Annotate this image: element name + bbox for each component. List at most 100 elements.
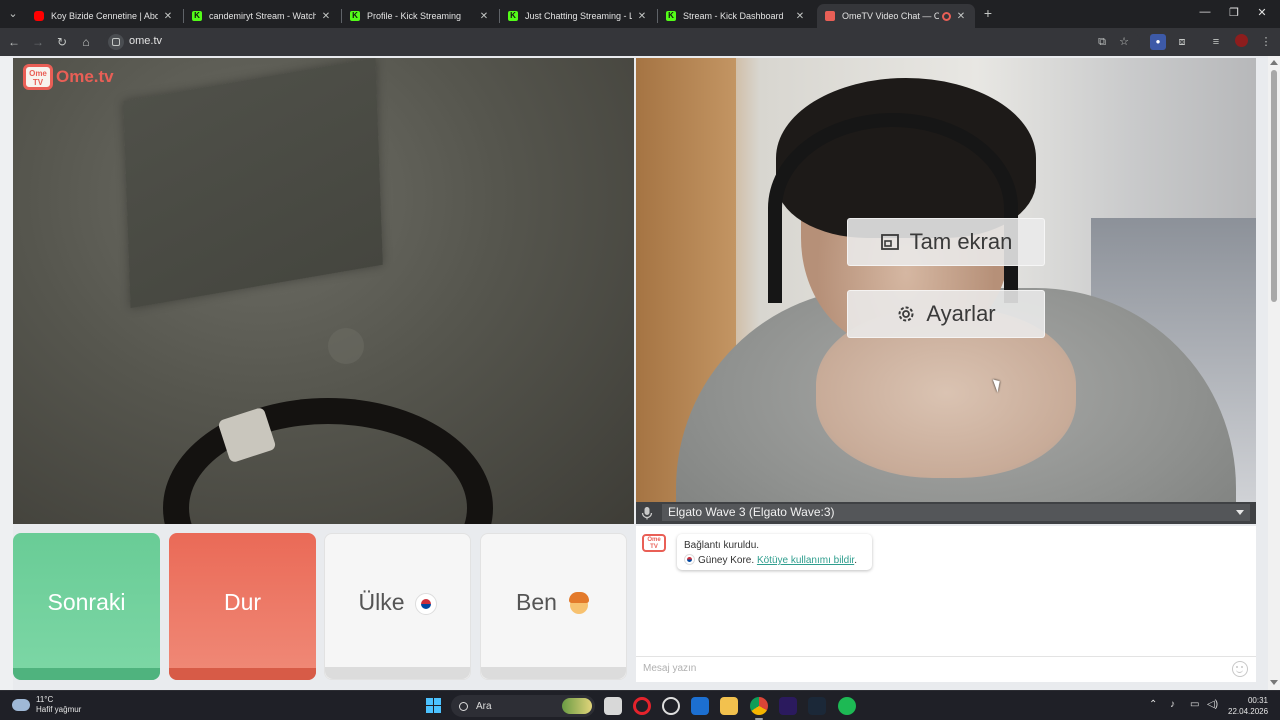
tab-strip: ⌄ Koy Bizide Cennetine | Abdurra ✕ K can… [0, 0, 1280, 28]
tab-search-button[interactable]: ⌄ [4, 5, 22, 23]
youtube-icon [34, 11, 44, 21]
system-message: Bağlantı kuruldu. Güney Kore. Kötüye kul… [677, 534, 872, 570]
tab-title: Profile - Kick Streaming [367, 11, 462, 21]
home-icon[interactable]: ⌂ [78, 34, 94, 50]
kick-icon: K [508, 11, 518, 21]
address-bar[interactable]: ome.tv [104, 31, 1140, 53]
new-tab-button[interactable]: + [981, 6, 995, 20]
settings-button[interactable]: Ayarlar [847, 290, 1045, 338]
button-base [169, 668, 316, 680]
kick-icon: K [666, 11, 676, 21]
chrome-icon[interactable] [750, 697, 768, 720]
volume-icon[interactable]: ◁) [1207, 699, 1218, 710]
windows-taskbar: 11°C Hafif yağmur Ara ⌃ ♪ ▭ ◁) 00:31 22.… [0, 690, 1280, 720]
ometv-chat-avatar: Ome TV [642, 534, 666, 552]
partner-country-line: Güney Kore. Kötüye kullanımı bildir. [684, 553, 865, 568]
next-button[interactable]: Sonraki [13, 533, 160, 680]
microphone-icon [636, 502, 658, 524]
forward-icon[interactable]: → [30, 34, 46, 50]
report-abuse-link[interactable]: Kötüye kullanımı bildir [757, 555, 854, 566]
tab-title: candemiryt Stream - Watch Liv [209, 11, 316, 21]
settings-label: Ayarlar [926, 301, 996, 326]
me-button-wrap: Ben [516, 589, 591, 617]
message-input[interactable] [636, 657, 1196, 679]
tab-title: Koy Bizide Cennetine | Abdurra [51, 11, 158, 21]
scroll-up-icon[interactable] [1270, 60, 1278, 65]
steam-icon[interactable] [808, 697, 826, 715]
scroll-down-icon[interactable] [1270, 680, 1278, 685]
weather-widget[interactable]: 11°C Hafif yağmur [12, 695, 81, 715]
browser-tab[interactable]: K candemiryt Stream - Watch Liv ✕ [184, 4, 340, 28]
browser-tab[interactable]: K Just Chatting Streaming - Live S ✕ [500, 4, 656, 28]
file-explorer-icon[interactable] [720, 697, 738, 715]
search-icon [459, 701, 468, 711]
weather-condition: Hafif yağmur [36, 705, 82, 714]
video-scene [328, 328, 364, 364]
country-button[interactable]: Ülke [324, 533, 471, 680]
video-scene [163, 398, 493, 524]
close-icon[interactable]: ✕ [794, 11, 806, 22]
clock[interactable]: 00:31 22.04.2026 [1228, 695, 1268, 717]
stop-button[interactable]: Dur [169, 533, 316, 680]
page-scrollbar[interactable] [1268, 56, 1280, 690]
fullscreen-label: Tam ekran [909, 229, 1013, 254]
photos-icon[interactable] [691, 697, 709, 715]
me-button-label: Ben [516, 588, 557, 615]
premiere-pro-icon[interactable] [779, 697, 797, 715]
connection-status: Bağlantı kuruldu. [684, 540, 760, 551]
chevron-down-icon [1236, 510, 1244, 515]
ometv-icon [825, 11, 835, 21]
me-button[interactable]: Ben [480, 533, 627, 680]
windows-start-icon[interactable] [426, 698, 441, 713]
date: 22.04.2026 [1228, 707, 1269, 716]
browser-tab-active[interactable]: OmeTV Video Chat — Ome ✕ [817, 4, 975, 28]
tab-title: Stream - Kick Dashboard [683, 11, 784, 21]
window-close-icon[interactable]: ✕ [1255, 6, 1269, 19]
profile-avatar-icon[interactable] [1233, 34, 1249, 50]
microphone-tray-icon[interactable]: ♪ [1170, 699, 1175, 710]
scroll-thumb[interactable] [1271, 70, 1277, 302]
microphone-select-value: Elgato Wave 3 (Elgato Wave:3) [668, 505, 835, 519]
browser-toolbar: ← → ↻ ⌂ ome.tv ⧉ ☆ ● ⧈ ≡ ⋮ [0, 28, 1280, 56]
menu-kebab-icon[interactable]: ⋮ [1258, 34, 1274, 50]
fullscreen-icon [880, 234, 899, 250]
task-view-icon[interactable] [604, 697, 622, 715]
close-icon[interactable]: ✕ [478, 11, 490, 22]
reload-icon[interactable]: ↻ [54, 34, 70, 50]
extension-icon[interactable]: ● [1150, 34, 1166, 50]
close-icon[interactable]: ✕ [162, 11, 174, 22]
temperature: 11°C [36, 695, 54, 704]
media-control-icon[interactable]: ≡ [1208, 34, 1224, 50]
browser-tab[interactable]: Koy Bizide Cennetine | Abdurra ✕ [26, 4, 182, 28]
button-base [481, 667, 626, 679]
bookmark-star-icon[interactable]: ☆ [1116, 34, 1132, 50]
chatgpt-icon[interactable] [662, 697, 680, 715]
close-icon[interactable]: ✕ [636, 11, 648, 22]
spotify-icon[interactable] [838, 697, 856, 715]
ometv-logo[interactable]: Ome TV Ome.tv [23, 64, 114, 90]
weather-text: 11°C Hafif yağmur [36, 695, 81, 715]
fullscreen-button[interactable]: Tam ekran [847, 218, 1045, 266]
chevron-up-icon[interactable]: ⌃ [1149, 699, 1157, 710]
kick-icon: K [192, 11, 202, 21]
browser-tab[interactable]: K Stream - Kick Dashboard ✕ [658, 4, 814, 28]
extensions-puzzle-icon[interactable]: ⧈ [1174, 34, 1190, 50]
gear-icon [898, 306, 914, 322]
taskbar-search[interactable]: Ara [451, 695, 595, 717]
close-icon[interactable]: ✕ [320, 11, 332, 22]
microphone-select[interactable]: Elgato Wave 3 (Elgato Wave:3) [662, 504, 1250, 521]
browser-tab[interactable]: K Profile - Kick Streaming ✕ [342, 4, 498, 28]
monitor-icon[interactable]: ▭ [1190, 699, 1199, 710]
back-icon[interactable]: ← [6, 34, 22, 50]
opera-icon[interactable] [633, 697, 651, 715]
video-scene [123, 58, 383, 309]
install-app-icon[interactable]: ⧉ [1094, 34, 1110, 50]
close-icon[interactable]: ✕ [955, 11, 967, 22]
chat-input-bar [636, 656, 1256, 680]
microphone-bar: Elgato Wave 3 (Elgato Wave:3) [636, 502, 1256, 524]
site-info-icon[interactable] [108, 34, 124, 50]
url-text[interactable]: ome.tv [129, 35, 162, 47]
minimize-icon[interactable]: — [1198, 6, 1212, 18]
emoji-icon[interactable] [1232, 661, 1248, 677]
restore-icon[interactable]: ❐ [1227, 6, 1241, 19]
